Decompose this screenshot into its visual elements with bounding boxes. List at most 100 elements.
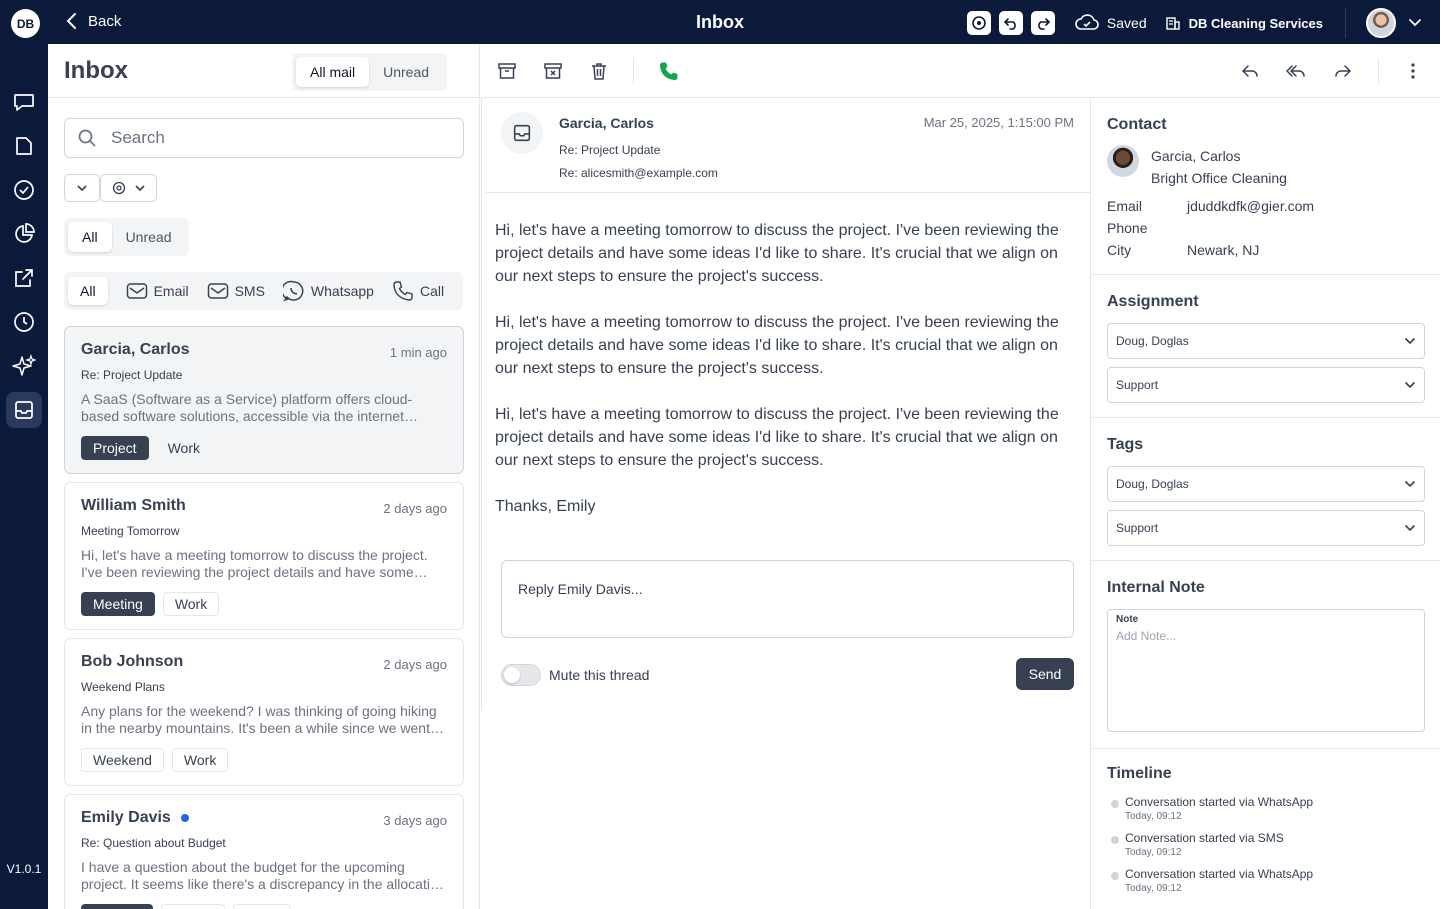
channel-call-label: Call xyxy=(419,283,445,299)
reply-all-button[interactable] xyxy=(1285,60,1307,82)
cloud-check-icon xyxy=(1075,14,1099,30)
history-button[interactable] xyxy=(966,11,991,35)
tags-team-select[interactable]: Support xyxy=(1107,510,1425,546)
conversation-item[interactable]: Emily Davis 3 days ago Re: Question abou… xyxy=(64,794,464,909)
section-title: Tags xyxy=(1107,436,1144,453)
timeline-dot xyxy=(1111,836,1119,844)
nav-documents[interactable] xyxy=(12,134,36,158)
channel-whatsapp[interactable]: Whatsapp xyxy=(282,280,374,302)
document-icon xyxy=(16,137,32,155)
contact-name: Garcia, Carlos xyxy=(1151,148,1241,164)
toolbar-divider xyxy=(1378,58,1379,84)
tags-user-select[interactable]: Doug, Doglas xyxy=(1107,466,1425,502)
mute-toggle[interactable] xyxy=(501,664,541,686)
nav-ai[interactable] xyxy=(12,354,36,378)
contact-section: Contact Garcia, Carlos Bright Office Cle… xyxy=(1091,98,1440,275)
reply-button[interactable] xyxy=(1239,60,1261,82)
more-vertical-icon xyxy=(1411,63,1415,79)
nav-chat[interactable] xyxy=(12,90,36,114)
top-bar: DB Back Inbox Saved DB Cleaning Services xyxy=(0,0,1440,44)
conversation-time: 1 min ago xyxy=(389,345,447,360)
message-recipient: Re: alicesmith@example.com xyxy=(559,166,718,180)
tag[interactable]: Work xyxy=(171,748,229,772)
assignee-select[interactable]: Doug, Doglas xyxy=(1107,323,1425,359)
timeline-time: Today, 09:12 xyxy=(1125,811,1182,822)
delete-button[interactable] xyxy=(588,60,610,82)
tag[interactable]: Meeting xyxy=(81,592,155,616)
contact-email[interactable]: jduddkdfk@gier.com xyxy=(1187,198,1314,214)
conversation-list-pane: Inbox All mail Unread Search All Unread … xyxy=(48,44,480,909)
search-input[interactable]: Search xyxy=(64,118,464,158)
nav-share[interactable] xyxy=(12,266,36,290)
conversation-preview: A SaaS (Software as a Service) platform … xyxy=(81,391,413,424)
archive-button[interactable] xyxy=(496,60,518,82)
reply-input[interactable]: Reply Emily Davis... xyxy=(501,560,1074,638)
team-select[interactable]: Support xyxy=(1107,367,1425,403)
sms-icon xyxy=(207,283,228,299)
tab-all-mail[interactable]: All mail xyxy=(296,57,370,87)
tag[interactable] xyxy=(81,904,153,909)
archive-x-icon xyxy=(544,63,562,79)
conversation-item[interactable]: Bob Johnson 2 days ago Weekend Plans Any… xyxy=(64,638,464,786)
saved-label: Saved xyxy=(1106,15,1147,31)
undo-button[interactable] xyxy=(998,11,1023,35)
tag[interactable]: Work xyxy=(162,592,220,616)
tag[interactable]: Work xyxy=(157,436,211,460)
message-signature: Thanks, Emily xyxy=(495,498,596,515)
conversation-name: Garcia, Carlos xyxy=(81,341,190,358)
channel-sms[interactable]: SMS xyxy=(207,282,265,300)
tag[interactable]: Project xyxy=(81,436,149,460)
conversation-preview: Hi, let's have a meeting tomorrow to dis… xyxy=(81,547,428,580)
user-avatar[interactable] xyxy=(1366,8,1396,38)
tab-unread-mail[interactable]: Unread xyxy=(369,57,443,87)
redo-button[interactable] xyxy=(1030,11,1055,35)
company-switcher[interactable]: DB Cleaning Services xyxy=(1165,8,1346,38)
conversation-item[interactable]: William Smith 2 days ago Meeting Tomorro… xyxy=(64,482,464,630)
back-button[interactable]: Back xyxy=(64,12,121,30)
channel-all[interactable]: All xyxy=(68,277,108,305)
message-date: Mar 25, 2025, 1:15:00 PM xyxy=(923,115,1074,130)
email-label: Email xyxy=(1107,198,1143,214)
note-placeholder: Add Note... xyxy=(1116,629,1177,643)
city-label: City xyxy=(1107,242,1132,258)
chevron-down-icon xyxy=(1404,480,1416,488)
company-name: DB Cleaning Services xyxy=(1188,15,1323,31)
forward-button[interactable] xyxy=(1332,60,1354,82)
more-options-button[interactable] xyxy=(1402,60,1424,82)
left-nav: V1.0.1 xyxy=(0,44,48,909)
tag[interactable]: Weekend xyxy=(81,748,164,772)
tag[interactable] xyxy=(161,904,225,909)
tag[interactable] xyxy=(233,904,291,909)
nav-history[interactable] xyxy=(12,310,36,334)
chevron-down-icon[interactable] xyxy=(1408,18,1422,28)
app-logo[interactable]: DB xyxy=(11,9,40,38)
tab-unread[interactable]: Unread xyxy=(112,222,186,252)
conversation-item[interactable]: Garcia, Carlos 1 min ago Re: Project Upd… xyxy=(64,326,464,474)
search-icon xyxy=(78,129,96,147)
call-button[interactable] xyxy=(658,60,680,82)
internal-note-input[interactable]: Note Add Note... xyxy=(1107,609,1425,732)
contact-phone-row: Phone xyxy=(1107,220,1147,236)
conversation-name: Emily Davis xyxy=(81,809,171,826)
send-button[interactable]: Send xyxy=(1016,658,1074,690)
nav-tasks[interactable] xyxy=(12,178,36,202)
channel-call[interactable]: Call xyxy=(392,280,444,302)
channel-email[interactable]: Email xyxy=(126,282,189,300)
note-label: Note xyxy=(1116,614,1139,625)
pane-divider xyxy=(481,98,482,710)
clock-icon xyxy=(14,312,34,332)
archive-remove-button[interactable] xyxy=(542,60,564,82)
list-title: Inbox xyxy=(64,57,128,84)
contact-email-row: Email jduddkdfk@gier.com xyxy=(1107,198,1314,214)
tab-all[interactable]: All xyxy=(68,222,112,252)
settings-dropdown[interactable] xyxy=(100,174,157,202)
timeline-text: Conversation started via SMS xyxy=(1125,831,1284,845)
pie-chart-icon xyxy=(15,223,35,243)
conversation-preview: I have a question about the budget for t… xyxy=(81,859,446,892)
sort-dropdown[interactable] xyxy=(64,174,100,202)
nav-reports[interactable] xyxy=(12,222,36,246)
app-version: V1.0.1 xyxy=(6,862,42,876)
timeline-dot xyxy=(1111,872,1119,880)
nav-inbox[interactable] xyxy=(6,392,42,428)
tags-section: Tags Doug, Doglas Support xyxy=(1091,418,1440,561)
